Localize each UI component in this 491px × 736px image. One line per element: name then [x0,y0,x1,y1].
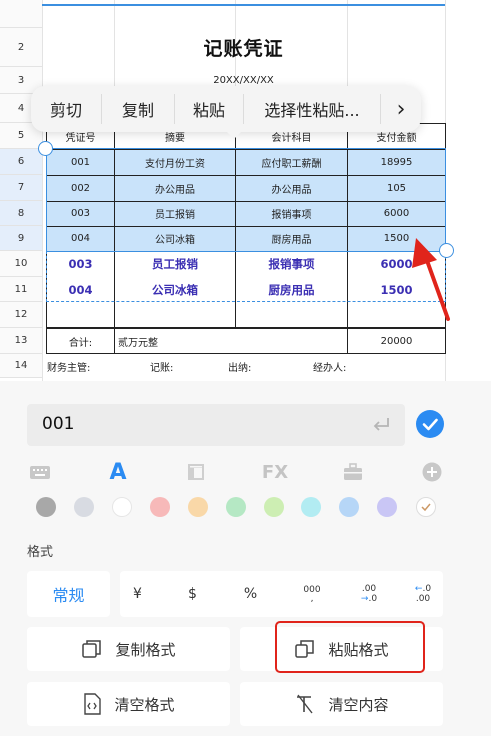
color-swatch[interactable] [188,497,208,517]
context-menu-pointer [225,130,243,139]
thousands-separator-button[interactable]: 000 , [288,571,336,617]
increase-decimal-top: .00 [361,584,377,594]
chevron-right-icon[interactable]: › [381,86,421,132]
clear-format-label: 清空格式 [114,695,175,714]
color-swatch[interactable] [377,497,397,517]
copy-format-label: 复制格式 [115,640,176,659]
add-icon[interactable] [420,459,444,485]
context-menu-copy[interactable]: 复制 [102,86,174,132]
decrease-decimal-bottom: .00 [415,594,431,604]
toolbox-icon[interactable] [340,459,366,485]
cell-input-value: 001 [42,414,75,434]
format-normal-button[interactable]: 常规 [27,571,110,617]
decrease-decimal-button[interactable]: ←.0 .00 [403,571,443,617]
context-menu: 剪切 复制 粘贴 选择性粘贴... › [31,86,421,139]
confirm-button[interactable] [416,410,444,438]
format-section-label: 格式 [27,545,54,560]
function-icon[interactable]: FX [258,459,292,485]
code-file-icon [84,693,102,715]
spreadsheet[interactable]: 2 3 4 5 6 7 8 9 10 11 12 13 14 记账凭证 20XX… [0,0,491,381]
copy-format-button[interactable]: 复制格式 [27,627,230,671]
clear-text-icon [297,694,314,714]
color-swatch[interactable] [264,497,284,517]
annotation-arrow-icon [412,238,450,321]
edit-panel: 001 A FX 格式 常规 ¥ $ % 000 , .00 →.0 ←.0 .… [0,381,491,736]
check-icon [422,418,438,431]
currency-yuan-button[interactable]: ¥ [120,571,155,617]
custom-color-icon[interactable] [416,497,436,517]
clear-content-button[interactable]: 清空内容 [240,682,443,726]
cell-content-input[interactable]: 001 [27,404,405,446]
cell-style-icon[interactable] [184,459,208,485]
number-format-group: ¥ $ % 000 , .00 →.0 ←.0 .00 [120,571,443,617]
color-palette [0,495,491,519]
keyboard-icon[interactable] [27,459,53,485]
increase-decimal-button[interactable]: .00 →.0 [345,571,393,617]
decrease-decimal-top: ←.0 [414,584,432,594]
text-style-icon[interactable]: A [104,459,132,485]
color-swatch[interactable] [226,497,246,517]
context-menu-cut[interactable]: 剪切 [31,86,101,132]
clear-format-button[interactable]: 清空格式 [27,682,230,726]
color-swatch[interactable] [36,497,56,517]
color-swatch[interactable] [339,497,359,517]
comma-glyph: , [310,594,314,604]
percent-button[interactable]: % [233,571,268,617]
context-menu-paste[interactable]: 粘贴 [175,86,243,132]
color-swatch[interactable] [112,497,132,517]
clear-content-label: 清空内容 [328,695,389,714]
color-swatch[interactable] [301,497,321,517]
format-toolbar: A FX [0,459,491,485]
context-menu-paste-special[interactable]: 选择性粘贴... [244,86,380,132]
currency-dollar-button[interactable]: $ [175,571,210,617]
increase-decimal-bottom: →.0 [360,594,378,604]
enter-key-icon[interactable] [371,416,391,434]
annotation-highlight [275,621,425,673]
color-swatch[interactable] [150,497,170,517]
copy-icon [82,640,102,658]
color-swatch[interactable] [74,497,94,517]
